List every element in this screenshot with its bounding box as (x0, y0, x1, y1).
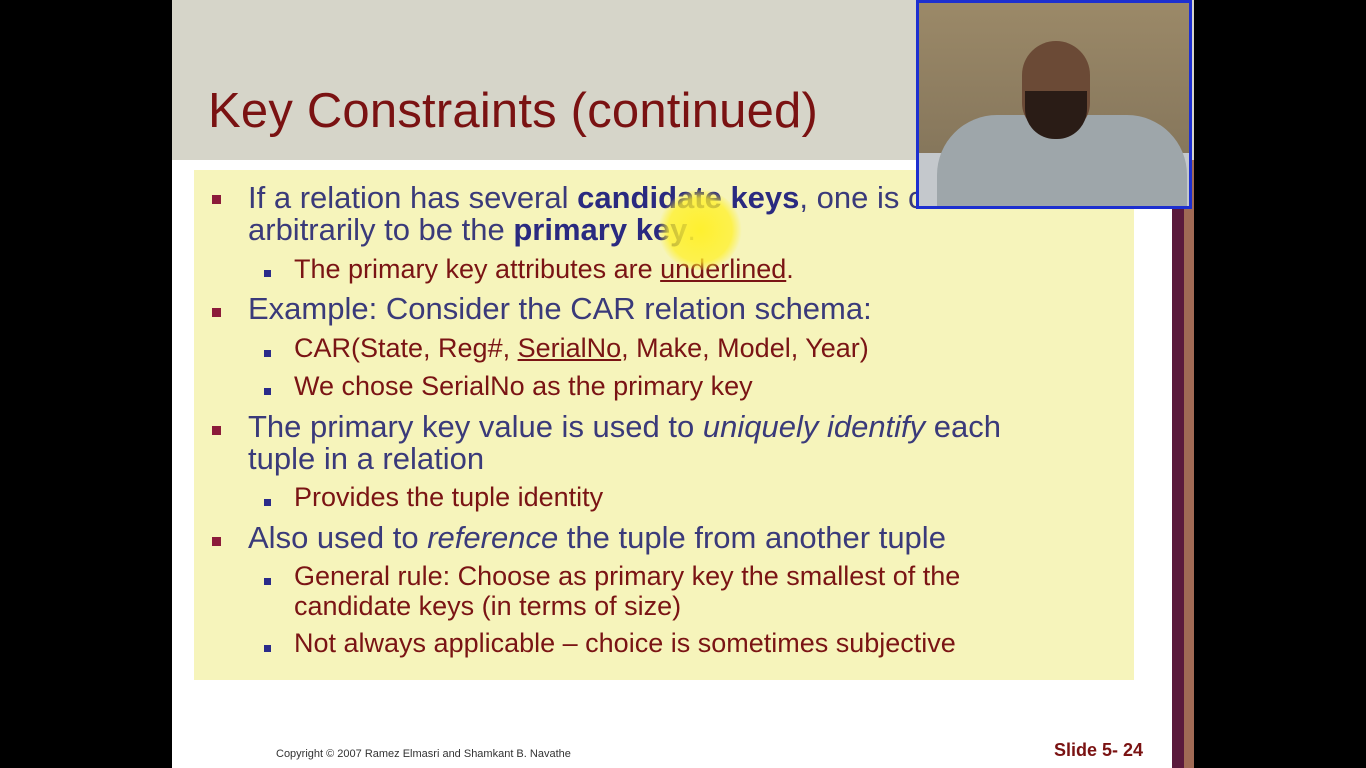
sub-bullet-marker (264, 645, 271, 652)
sub-bullet-marker (264, 499, 271, 506)
uniquely-identify-term: uniquely identify (702, 409, 926, 444)
text: Also used to (248, 520, 428, 555)
bullet-3-line-1: The primary key value is used to uniquel… (248, 410, 1001, 443)
bullet-4: Also used to reference the tuple from an… (248, 521, 946, 554)
sub-bullet-marker (264, 578, 271, 585)
copyright-text: Copyright © 2007 Ramez Elmasri and Shamk… (276, 748, 571, 760)
slide-title: Key Constraints (continued) (208, 84, 819, 138)
bullet-marker (212, 195, 221, 204)
text: If a relation has several (248, 180, 578, 215)
reference-term: reference (427, 520, 559, 555)
bullet-4-sub-1-line-1: General rule: Choose as primary key the … (294, 561, 961, 591)
bullet-marker (212, 308, 221, 317)
text: arbitrarily to be the (248, 212, 514, 247)
bullet-1-line-1: If a relation has several candidate keys… (248, 181, 1008, 214)
sub-bullet-marker (264, 350, 271, 357)
text: The primary key attributes are (294, 254, 661, 284)
webcam-overlay (916, 0, 1192, 209)
serialno-underlined: SerialNo (517, 333, 622, 363)
bullet-marker (212, 537, 221, 546)
slide-number: Slide 5- 24 (1054, 740, 1144, 760)
bullet-4-sub-2: Not always applicable – choice is someti… (294, 628, 956, 658)
text: CAR(State, Reg#, (294, 333, 518, 363)
pointer-highlight (658, 190, 742, 270)
bullet-2: Example: Consider the CAR relation schem… (248, 291, 872, 326)
text: The primary key value is used to (248, 409, 703, 444)
bullet-2-sub-1: CAR(State, Reg#, SerialNo, Make, Model, … (294, 333, 869, 363)
text: each (925, 409, 1002, 444)
bullet-1-line-2: arbitrarily to be the primary key. (248, 213, 696, 246)
slide-side-strip-outer (1184, 160, 1194, 768)
bullet-3-sub-1: Provides the tuple identity (294, 482, 604, 512)
bullet-2-sub-2: We chose SerialNo as the primary key (294, 371, 753, 401)
text: . (786, 254, 794, 284)
sub-bullet-marker (264, 270, 271, 277)
bullet-3-line-2: tuple in a relation (248, 441, 485, 476)
bullet-marker (212, 426, 221, 435)
bullet-4-sub-1-line-2: candidate keys (in terms of size) (294, 591, 682, 621)
text: the tuple from another tuple (558, 520, 946, 555)
text: , Make, Model, Year) (621, 333, 869, 363)
slide-side-strip (1172, 160, 1184, 768)
sub-bullet-marker (264, 388, 271, 395)
